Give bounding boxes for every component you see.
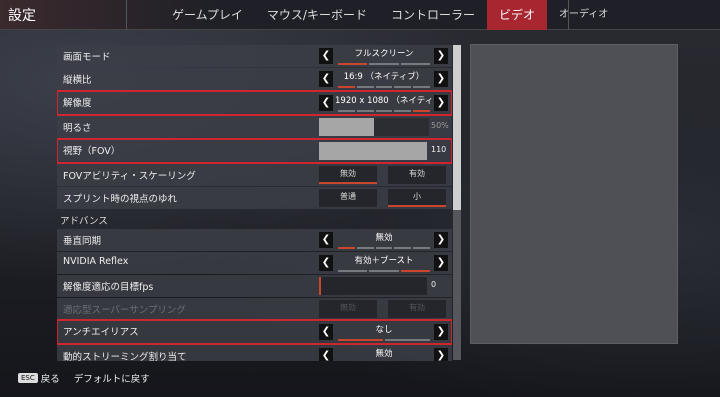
setting-label: 垂直同期 — [63, 236, 102, 247]
reset-defaults-button[interactable]: デフォルトに戻す — [74, 371, 150, 385]
setting-label: NVIDIA Reflex — [63, 256, 129, 267]
setting-value: なし — [335, 323, 433, 341]
settings-panel: 画面モード ❮ フルスクリーン ❯ 縦横比 ❮ 16:9 （ネイティブ） ❯ 解… — [57, 45, 452, 361]
setting-resolution[interactable]: 解像度 ❮ 1920 x 1080 （ネイティブ） ❯ — [57, 90, 452, 116]
slider-fill — [319, 142, 427, 160]
setting-label: 画面モード — [63, 52, 111, 63]
setting-adaptive-resolution-fps[interactable]: 解像度適応の目標fps 0 — [57, 275, 452, 297]
nav-divider — [126, 0, 127, 30]
option-on-button[interactable]: 有効 — [388, 166, 446, 184]
setting-value: 有効＋ブースト — [335, 254, 433, 272]
setting-label: 動的ストリーミング割り当て — [63, 352, 187, 361]
arrow-right-icon[interactable]: ❯ — [434, 48, 448, 64]
setting-value: 16:9 （ネイティブ） — [335, 70, 433, 88]
tab-bar: ゲームプレイ マウス/キーボード コントローラー ビデオ オーディオ — [160, 0, 620, 30]
setting-label: 縦横比 — [63, 75, 92, 86]
setting-label: 解像度 — [63, 98, 92, 109]
fov-slider[interactable] — [319, 142, 427, 160]
setting-label: 視野（FOV） — [63, 146, 121, 157]
setting-adaptive-supersampling: 適応型スーパーサンプリング 無効 有効 — [57, 298, 452, 320]
setting-brightness[interactable]: 明るさ 50% — [57, 116, 452, 138]
setting-label: アンチエイリアス — [63, 327, 139, 338]
section-advanced: アドバンス — [57, 209, 452, 229]
arrow-right-icon[interactable]: ❯ — [434, 232, 448, 248]
setting-anti-aliasing[interactable]: アンチエイリアス ❮ なし ❯ — [57, 319, 452, 345]
setting-display-mode[interactable]: 画面モード ❮ フルスクリーン ❯ — [57, 45, 452, 67]
setting-value: フルスクリーン — [335, 47, 433, 65]
arrow-right-icon[interactable]: ❯ — [434, 255, 448, 271]
setting-value: 無効 — [375, 349, 393, 359]
slider-fill — [319, 118, 374, 136]
setting-value: 無効 — [335, 231, 433, 249]
arrow-right-icon[interactable]: ❯ — [434, 324, 448, 340]
setting-dynamic-streaming[interactable]: 動的ストリーミング割り当て ❮ 無効 ❯ — [57, 345, 452, 361]
setting-value: 1920 x 1080 （ネイティブ） — [335, 94, 450, 112]
setting-label: 適応型スーパーサンプリング — [63, 305, 186, 316]
tab-audio[interactable]: オーディオ — [547, 0, 620, 30]
tab-controller[interactable]: コントローラー — [379, 0, 487, 30]
scrollbar-track[interactable] — [453, 210, 461, 360]
setting-label: FOVアビリティ・スケーリング — [63, 171, 196, 182]
arrow-left-icon[interactable]: ❮ — [319, 232, 333, 248]
setting-label: 解像度適応の目標fps — [63, 282, 154, 293]
section-heading: アドバンス — [60, 216, 108, 227]
slider-value: 50% — [431, 121, 449, 130]
esc-key-icon: ESC — [18, 373, 38, 383]
brightness-slider[interactable] — [319, 118, 429, 136]
setting-vsync[interactable]: 垂直同期 ❮ 無効 ❯ — [57, 229, 452, 251]
footer-hints: ESC 戻る デフォルトに戻す — [18, 371, 150, 385]
fps-input[interactable] — [319, 277, 427, 295]
tab-video[interactable]: ビデオ — [486, 0, 547, 30]
arrow-left-icon[interactable]: ❮ — [319, 48, 333, 64]
option-off-button: 無効 — [319, 300, 377, 318]
arrow-left-icon[interactable]: ❮ — [319, 71, 333, 87]
setting-fov-ability-scaling[interactable]: FOVアビリティ・スケーリング 無効 有効 — [57, 164, 452, 186]
arrow-left-icon[interactable]: ❮ — [319, 324, 333, 340]
setting-fov[interactable]: 視野（FOV） 110 — [57, 138, 452, 164]
tab-mouse-keyboard[interactable]: マウス/キーボード — [255, 0, 379, 30]
arrow-right-icon[interactable]: ❯ — [434, 95, 448, 111]
arrow-right-icon[interactable]: ❯ — [434, 71, 448, 87]
nav-divider — [568, 0, 569, 30]
arrow-left-icon[interactable]: ❮ — [319, 255, 333, 271]
arrow-left-icon[interactable]: ❮ — [319, 95, 333, 111]
option-minimal-button[interactable]: 小 — [388, 189, 446, 207]
option-off-button[interactable]: 無効 — [319, 166, 377, 184]
setting-label: スプリント時の視点のゆれ — [63, 194, 178, 205]
setting-label: 明るさ — [63, 123, 92, 134]
option-normal-button[interactable]: 普通 — [319, 189, 377, 207]
scrollbar-thumb[interactable] — [453, 45, 461, 210]
fps-value: 0 — [431, 280, 437, 289]
tab-gameplay[interactable]: ゲームプレイ — [160, 0, 255, 30]
setting-nvidia-reflex[interactable]: NVIDIA Reflex ❮ 有効＋ブースト ❯ — [57, 252, 452, 274]
arrow-right-icon[interactable]: ❯ — [434, 348, 448, 361]
setting-preview-pane — [470, 44, 678, 344]
slider-value: 110 — [431, 145, 447, 154]
top-nav: 設定 ゲームプレイ マウス/キーボード コントローラー ビデオ オーディオ — [0, 0, 720, 30]
option-on-button: 有効 — [388, 300, 446, 318]
setting-aspect-ratio[interactable]: 縦横比 ❮ 16:9 （ネイティブ） ❯ — [57, 68, 452, 90]
setting-sprint-view-shake[interactable]: スプリント時の視点のゆれ 普通 小 — [57, 187, 452, 209]
arrow-left-icon[interactable]: ❮ — [319, 348, 333, 361]
back-button[interactable]: 戻る — [41, 371, 60, 385]
page-title: 設定 — [8, 8, 36, 24]
